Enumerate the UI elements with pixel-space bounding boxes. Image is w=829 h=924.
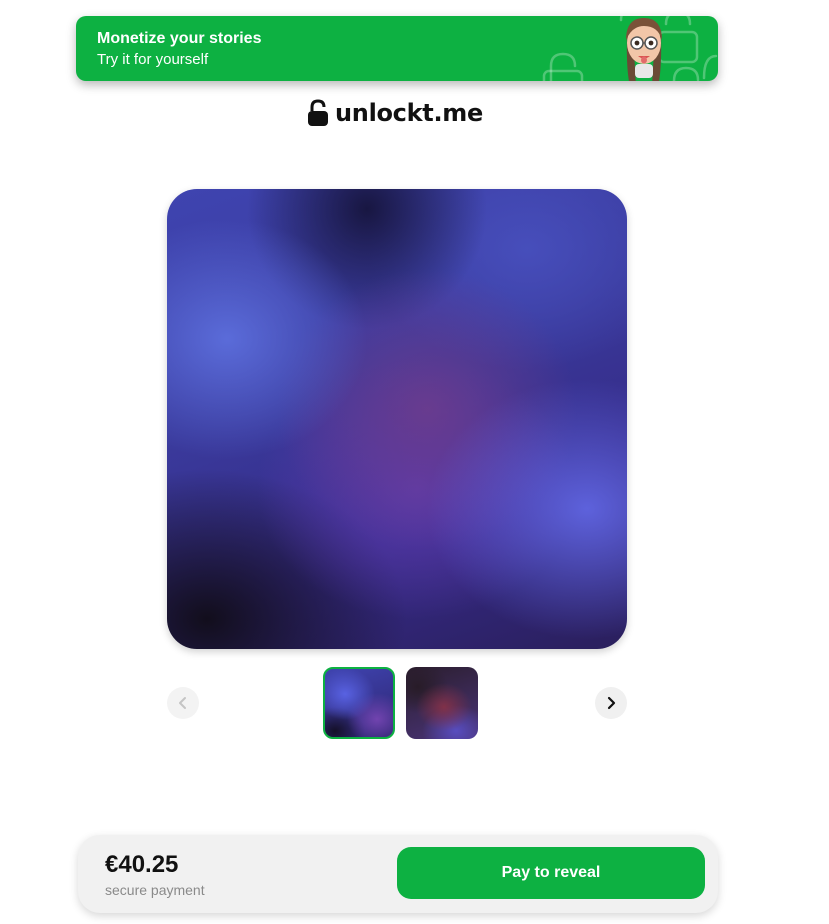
page: Monetize your stories Try it for yoursel… xyxy=(0,0,829,924)
memoji-avatar-icon xyxy=(626,18,662,81)
price: €40.25 xyxy=(105,851,179,878)
brand-name: unlockt.me xyxy=(335,99,483,127)
promo-subtitle: Try it for yourself xyxy=(97,51,209,68)
promo-banner[interactable]: Monetize your stories Try it for yoursel… xyxy=(76,16,718,81)
brand-logo[interactable]: unlockt.me xyxy=(307,99,483,127)
secure-payment-label: secure payment xyxy=(105,882,205,898)
chevron-right-icon xyxy=(607,696,616,710)
pay-to-reveal-button[interactable]: Pay to reveal xyxy=(397,847,705,899)
thumbnail-1[interactable] xyxy=(323,667,395,739)
promo-title: Monetize your stories xyxy=(97,30,262,47)
padlock-icon xyxy=(308,99,328,126)
blurred-locked-image[interactable] xyxy=(167,189,627,649)
payment-bar: €40.25 secure payment Pay to reveal xyxy=(78,835,718,913)
prev-image-button[interactable] xyxy=(167,687,199,719)
chevron-left-icon xyxy=(179,697,186,709)
next-image-button[interactable] xyxy=(595,687,627,719)
thumbnail-2[interactable] xyxy=(406,667,478,739)
